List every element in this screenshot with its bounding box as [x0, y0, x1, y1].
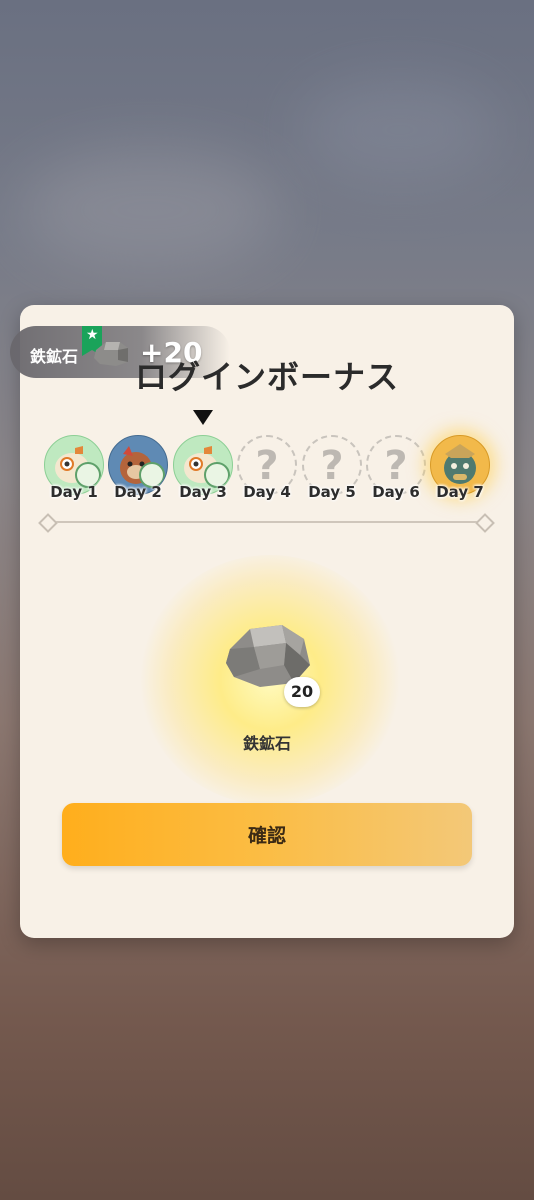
day-4-slot: ? Day 4: [237, 435, 297, 501]
reward-count-badge: 20: [284, 677, 320, 707]
divider-line: [48, 521, 480, 523]
day-label: Day 6: [372, 483, 420, 501]
reward-name: 鉄鉱石: [242, 734, 291, 753]
day-label: Day 3: [179, 483, 227, 501]
day-label: Day 5: [308, 483, 356, 501]
current-day-marker-icon: [193, 410, 213, 425]
star-icon: ★: [86, 327, 99, 343]
background-blur: [20, 150, 280, 270]
day-5-slot: ? Day 5: [302, 435, 362, 501]
day-label: Day 1: [50, 483, 98, 501]
day-label: Day 4: [243, 483, 291, 501]
day-3-slot: Day 3: [173, 435, 233, 501]
day-7-slot: Day 7: [430, 435, 490, 501]
confirm-button[interactable]: 確認: [62, 803, 472, 866]
background-blur: [300, 80, 500, 180]
day-label: Day 2: [114, 483, 162, 501]
day-6-slot: ? Day 6: [366, 435, 426, 501]
dialog-title: ログインボーナス: [134, 358, 399, 396]
day-2-slot: Day 2: [108, 435, 168, 501]
day-label: Day 7: [436, 483, 484, 501]
day-1-slot: Day 1: [44, 435, 104, 501]
